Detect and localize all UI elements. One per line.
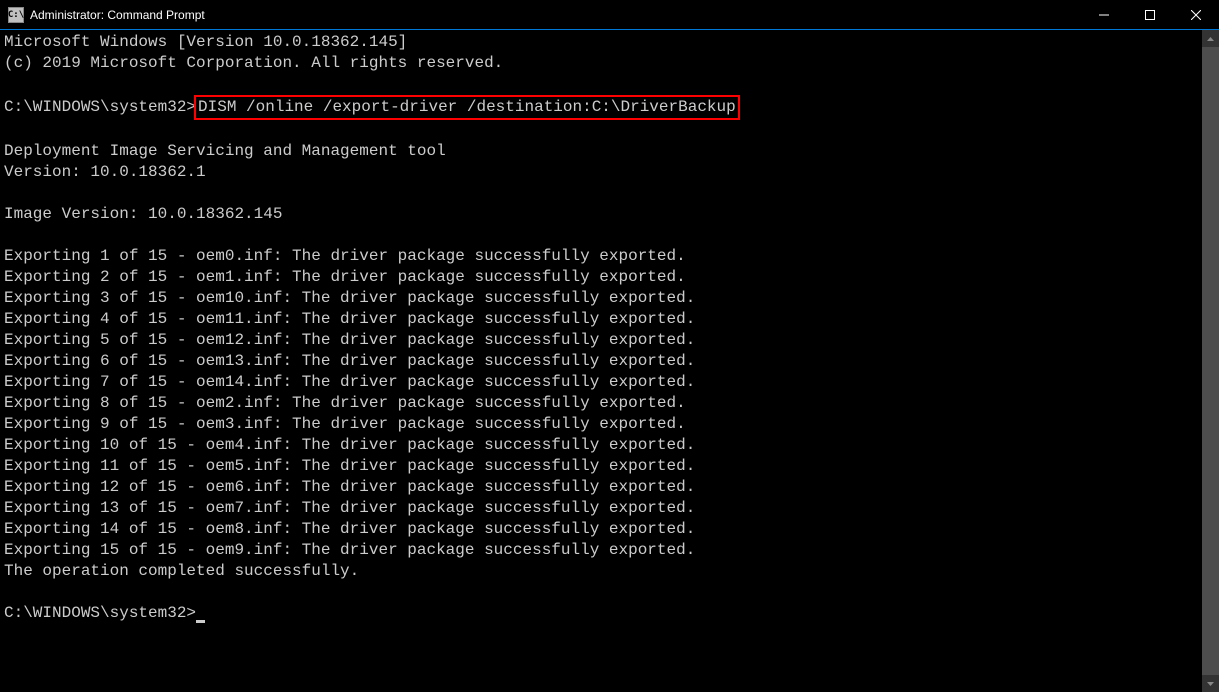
cmd-icon: C:\ bbox=[8, 7, 24, 23]
vertical-scrollbar[interactable] bbox=[1202, 30, 1219, 692]
dism-tool-line: Deployment Image Servicing and Managemen… bbox=[4, 141, 1198, 162]
export-line: Exporting 11 of 15 - oem5.inf: The drive… bbox=[4, 456, 1198, 477]
export-line: Exporting 1 of 15 - oem0.inf: The driver… bbox=[4, 246, 1198, 267]
completed-line: The operation completed successfully. bbox=[4, 561, 1198, 582]
export-line: Exporting 2 of 15 - oem1.inf: The driver… bbox=[4, 267, 1198, 288]
os-version-line: Microsoft Windows [Version 10.0.18362.14… bbox=[4, 32, 1198, 53]
window-title: Administrator: Command Prompt bbox=[30, 8, 205, 22]
export-line: Exporting 6 of 15 - oem13.inf: The drive… bbox=[4, 351, 1198, 372]
client-area: Microsoft Windows [Version 10.0.18362.14… bbox=[0, 30, 1219, 692]
scrollbar-thumb[interactable] bbox=[1202, 47, 1219, 675]
maximize-button[interactable] bbox=[1127, 0, 1173, 30]
minimize-button[interactable] bbox=[1081, 0, 1127, 30]
command-prompt-window: C:\ Administrator: Command Prompt Micros… bbox=[0, 0, 1219, 692]
export-line: Exporting 3 of 15 - oem10.inf: The drive… bbox=[4, 288, 1198, 309]
export-line: Exporting 8 of 15 - oem2.inf: The driver… bbox=[4, 393, 1198, 414]
image-version-line: Image Version: 10.0.18362.145 bbox=[4, 204, 1198, 225]
export-line: Exporting 7 of 15 - oem14.inf: The drive… bbox=[4, 372, 1198, 393]
prompt-prefix: C:\WINDOWS\system32> bbox=[4, 98, 196, 116]
export-line: Exporting 4 of 15 - oem11.inf: The drive… bbox=[4, 309, 1198, 330]
export-line: Exporting 13 of 15 - oem7.inf: The drive… bbox=[4, 498, 1198, 519]
titlebar[interactable]: C:\ Administrator: Command Prompt bbox=[0, 0, 1219, 30]
terminal-output[interactable]: Microsoft Windows [Version 10.0.18362.14… bbox=[0, 30, 1202, 692]
export-line: Exporting 10 of 15 - oem4.inf: The drive… bbox=[4, 435, 1198, 456]
scroll-up-button[interactable] bbox=[1202, 30, 1219, 47]
copyright-line: (c) 2019 Microsoft Corporation. All righ… bbox=[4, 53, 1198, 74]
scrollbar-track[interactable] bbox=[1202, 47, 1219, 675]
export-line: Exporting 14 of 15 - oem8.inf: The drive… bbox=[4, 519, 1198, 540]
text-cursor bbox=[196, 620, 205, 623]
export-line: Exporting 9 of 15 - oem3.inf: The driver… bbox=[4, 414, 1198, 435]
dism-version-line: Version: 10.0.18362.1 bbox=[4, 162, 1198, 183]
prompt-prefix: C:\WINDOWS\system32> bbox=[4, 604, 196, 622]
close-button[interactable] bbox=[1173, 0, 1219, 30]
scroll-down-button[interactable] bbox=[1202, 675, 1219, 692]
export-line: Exporting 15 of 15 - oem9.inf: The drive… bbox=[4, 540, 1198, 561]
export-line: Exporting 12 of 15 - oem6.inf: The drive… bbox=[4, 477, 1198, 498]
export-line: Exporting 5 of 15 - oem12.inf: The drive… bbox=[4, 330, 1198, 351]
highlighted-command: DISM /online /export-driver /destination… bbox=[194, 95, 740, 120]
